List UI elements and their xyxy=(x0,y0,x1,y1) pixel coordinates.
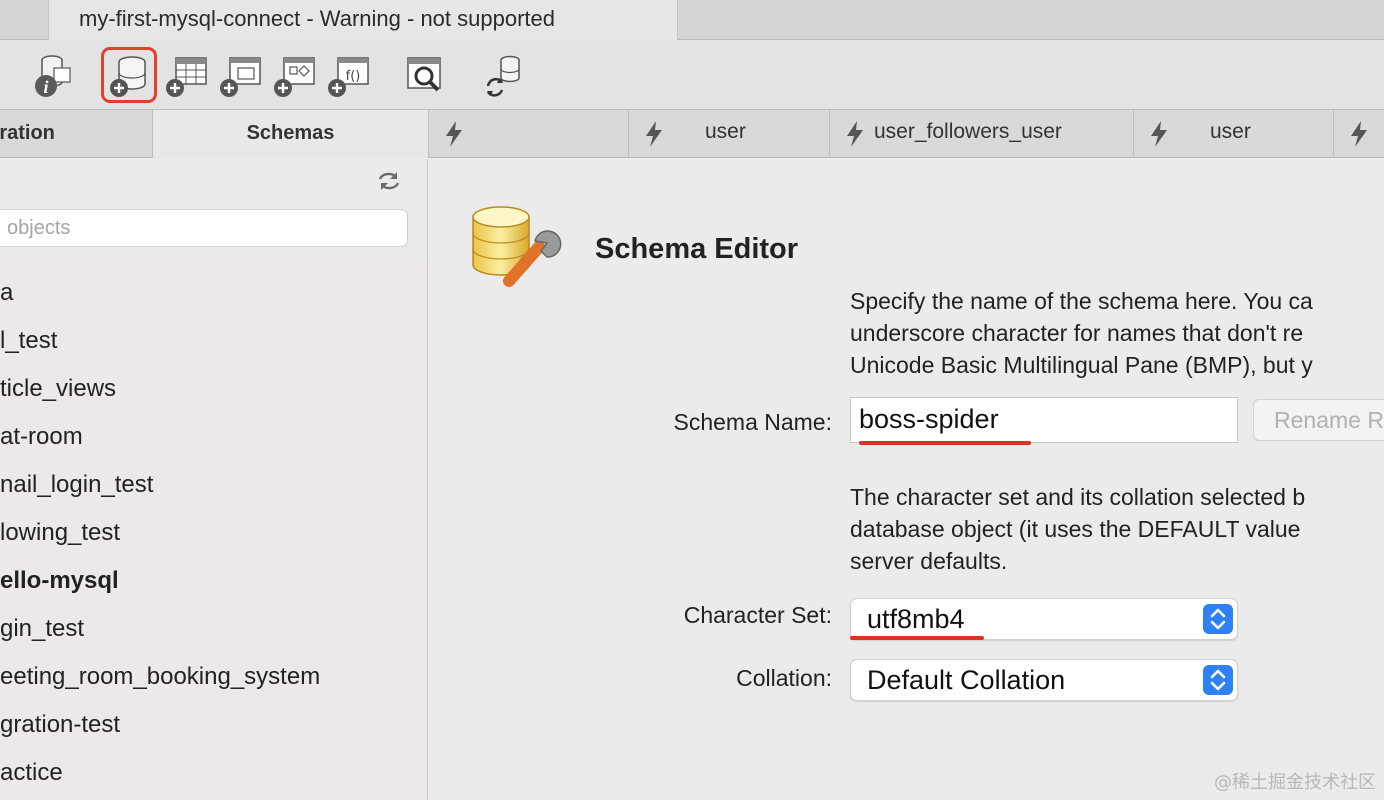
schema-item[interactable]: ticle_views xyxy=(0,365,427,413)
query-tab-user[interactable]: user xyxy=(1133,110,1333,157)
watermark: @稀土掘金技术社区 xyxy=(1214,772,1376,793)
query-tab-user[interactable]: user xyxy=(628,110,829,157)
create-table-button[interactable] xyxy=(162,48,216,102)
schema-editor-title: Schema Editor xyxy=(595,233,799,265)
server-info-button[interactable]: i xyxy=(24,48,78,102)
schema-item[interactable]: gin_test xyxy=(0,605,427,653)
create-procedure-button[interactable] xyxy=(270,48,324,102)
lightning-icon xyxy=(847,121,863,147)
schema-name-annotation-underline xyxy=(859,441,1031,445)
query-tabs: user user_followers_user user xyxy=(428,110,1384,158)
schemas-sidebar: objects a l_test ticle_views at-room nai… xyxy=(0,159,428,800)
schema-database-wrench-icon xyxy=(472,206,562,287)
schema-name-input[interactable]: boss-spider xyxy=(850,397,1238,443)
rename-references-button[interactable]: Rename R xyxy=(1253,399,1384,441)
schema-item[interactable]: eeting_room_booking_system xyxy=(0,653,427,701)
schema-item[interactable]: a xyxy=(0,269,427,317)
info-database-icon: i xyxy=(35,55,71,97)
collation-select[interactable]: Default Collation xyxy=(850,659,1238,701)
reconnect-button[interactable] xyxy=(478,48,532,102)
add-procedure-icon xyxy=(274,57,315,97)
sidebar-header: objects xyxy=(0,159,427,259)
search-table-data-button[interactable] xyxy=(398,48,452,102)
lightning-icon xyxy=(1351,121,1367,147)
window-title-tab[interactable]: my-first-mysql-connect - Warning - not s… xyxy=(48,0,678,40)
schema-list: a l_test ticle_views at-room nail_login_… xyxy=(0,269,427,797)
create-view-button[interactable] xyxy=(216,48,270,102)
schema-item[interactable]: nail_login_test xyxy=(0,461,427,509)
tab-schemas[interactable]: Schemas xyxy=(152,110,428,158)
reconnect-database-icon xyxy=(486,55,520,97)
charset-value: utf8mb4 xyxy=(867,604,965,634)
query-tab[interactable] xyxy=(428,110,628,157)
charset-description: The character set and its collation sele… xyxy=(850,484,1306,574)
window-title: my-first-mysql-connect - Warning - not s… xyxy=(79,6,555,31)
main-toolbar: i f() xyxy=(0,40,1384,110)
create-function-button[interactable]: f() xyxy=(324,48,378,102)
charset-select[interactable]: utf8mb4 xyxy=(850,598,1238,640)
create-schema-button[interactable] xyxy=(101,47,157,103)
filter-objects-input[interactable]: objects xyxy=(0,209,408,247)
query-tab[interactable] xyxy=(1333,110,1384,157)
schema-item[interactable]: actice xyxy=(0,749,427,797)
schema-item[interactable]: l_test xyxy=(0,317,427,365)
schema-editor-panel: Schema Editor Specify the name of the sc… xyxy=(429,159,1384,800)
schema-item-active[interactable]: ello-mysql xyxy=(0,557,427,605)
svg-text:f(): f() xyxy=(346,69,361,84)
add-database-icon xyxy=(110,56,146,97)
charset-label: Character Set: xyxy=(683,602,832,628)
search-table-icon xyxy=(407,57,441,92)
schema-name-label: Schema Name: xyxy=(673,409,832,435)
refresh-icon[interactable] xyxy=(376,169,402,193)
window-titlebar: my-first-mysql-connect - Warning - not s… xyxy=(0,0,1384,40)
sidebar-tabs: istration Schemas xyxy=(0,110,428,158)
lightning-icon xyxy=(1151,121,1167,147)
add-table-icon xyxy=(166,57,207,97)
collation-label: Collation: xyxy=(736,665,832,691)
svg-text:i: i xyxy=(43,77,48,97)
collation-value: Default Collation xyxy=(867,665,1066,695)
lightning-icon xyxy=(446,121,462,147)
lightning-icon xyxy=(646,121,662,147)
add-view-icon xyxy=(220,57,261,97)
schema-name-description: Specify the name of the schema here. You… xyxy=(850,288,1313,378)
chevron-updown-icon xyxy=(1203,665,1233,695)
schema-item[interactable]: gration-test xyxy=(0,701,427,749)
charset-annotation-underline xyxy=(850,636,984,640)
schema-item[interactable]: at-room xyxy=(0,413,427,461)
schema-item[interactable]: lowing_test xyxy=(0,509,427,557)
add-function-icon: f() xyxy=(328,57,369,97)
query-tab-user-followers-user[interactable]: user_followers_user xyxy=(829,110,1133,157)
chevron-updown-icon xyxy=(1203,604,1233,634)
tab-administration[interactable]: istration xyxy=(0,110,152,158)
